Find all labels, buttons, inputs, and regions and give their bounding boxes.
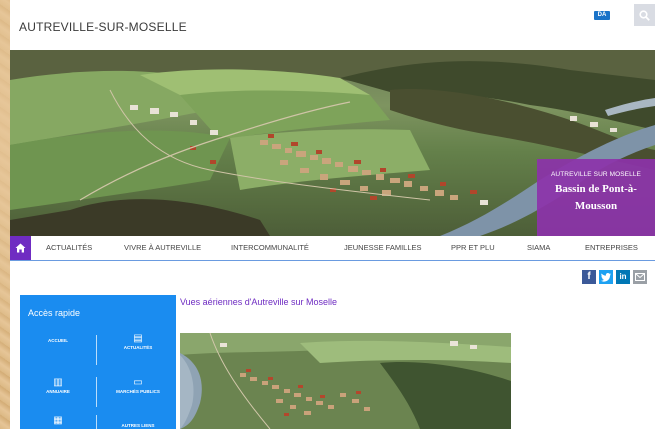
linkedin-button[interactable]: in [616, 270, 630, 284]
search-button[interactable] [634, 4, 655, 26]
quick-access-title: Accès rapide [28, 308, 81, 318]
quick-item-label: ANNUAIRE [46, 389, 70, 394]
nav-item-entreprises[interactable]: ENTREPRISES [585, 243, 638, 252]
quick-separator [96, 377, 97, 407]
nav-home-button[interactable] [10, 236, 31, 260]
nav-item-jeunesse-familles[interactable]: JEUNESSE FAMILLES [344, 243, 422, 252]
quick-item-label: ACCUEIL [48, 338, 68, 343]
quick-item-autres-liens[interactable]: AUTRES LIENS [106, 423, 170, 428]
quick-item-marches-publics[interactable]: ▭ MARCHÉS PUBLICS [106, 377, 170, 394]
home-icon [15, 243, 26, 253]
main-nav: ACTUALITÉS VIVRE À AUTREVILLE INTERCOMMU… [10, 236, 655, 261]
search-icon [639, 9, 650, 21]
newspaper-icon: ▤ [133, 333, 143, 344]
nav-item-vivre-a-autreville[interactable]: VIVRE À AUTREVILLE [124, 243, 201, 252]
quick-separator [96, 415, 97, 429]
nav-item-siama[interactable]: SIAMA [527, 243, 550, 252]
nav-item-intercommunalite[interactable]: INTERCOMMUNALITÉ [231, 243, 309, 252]
quick-item-accueil[interactable]: ACCUEIL [28, 338, 88, 343]
site-title[interactable]: AUTREVILLE-SUR-MOSELLE [19, 20, 187, 34]
quick-item-label: ACTUALITÉS [123, 345, 153, 350]
header: AUTREVILLE-SUR-MOSELLE DA [10, 0, 655, 50]
quick-item-extra[interactable]: ▦ [28, 415, 88, 427]
page: AUTREVILLE-SUR-MOSELLE DA AUTREVILLE SUR… [10, 0, 655, 429]
aerial-village-photo [180, 333, 511, 429]
article-title-link[interactable]: Vues aériennes d'Autreville sur Moselle [180, 297, 337, 307]
location-badge-line1: Bassin de Pont-à- [555, 183, 637, 195]
quick-separator [96, 335, 97, 365]
mail-icon [635, 273, 645, 281]
accessibility-badge[interactable]: DA [594, 11, 610, 20]
quick-item-label: MARCHÉS PUBLICS [116, 389, 160, 394]
nav-item-actualites[interactable]: ACTUALITÉS [46, 243, 92, 252]
hero-banner: AUTREVILLE SUR MOSELLE Bassin de Pont-à-… [10, 50, 655, 236]
monitor-icon: ▭ [133, 377, 143, 388]
location-badge-line2: Mousson [574, 200, 618, 212]
book-icon: ▥ [53, 377, 63, 388]
location-badge: AUTREVILLE SUR MOSELLE Bassin de Pont-à-… [537, 159, 655, 236]
twitter-button[interactable] [599, 270, 613, 284]
twitter-icon [601, 272, 611, 282]
article-photo[interactable] [180, 333, 511, 429]
location-badge-town: AUTREVILLE SUR MOSELLE [551, 171, 641, 178]
nav-item-ppr-et-plu[interactable]: PPR ET PLU [451, 243, 495, 252]
email-share-button[interactable] [633, 270, 647, 284]
quick-item-annuaire[interactable]: ▥ ANNUAIRE [28, 377, 88, 394]
document-icon: ▦ [53, 415, 63, 426]
quick-item-actualites[interactable]: ▤ ACTUALITÉS [106, 333, 170, 350]
facebook-button[interactable]: f [582, 270, 596, 284]
quick-item-label: AUTRES LIENS [121, 423, 155, 428]
quick-access-panel: Accès rapide ACCUEIL ▤ ACTUALITÉS ▥ ANNU… [20, 295, 176, 429]
